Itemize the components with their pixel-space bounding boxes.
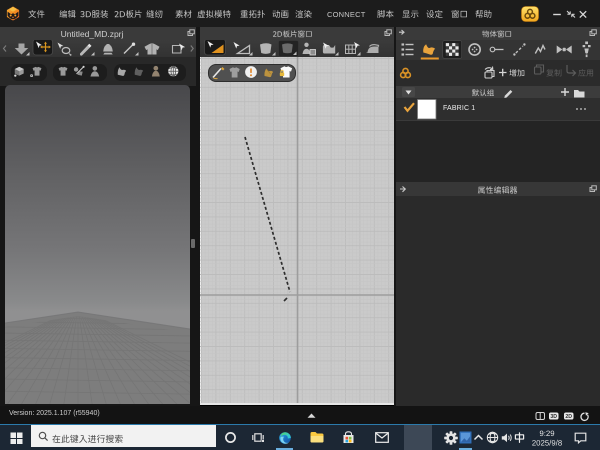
svg-text:3D: 3D xyxy=(550,414,557,420)
svg-text:2D: 2D xyxy=(565,414,572,420)
